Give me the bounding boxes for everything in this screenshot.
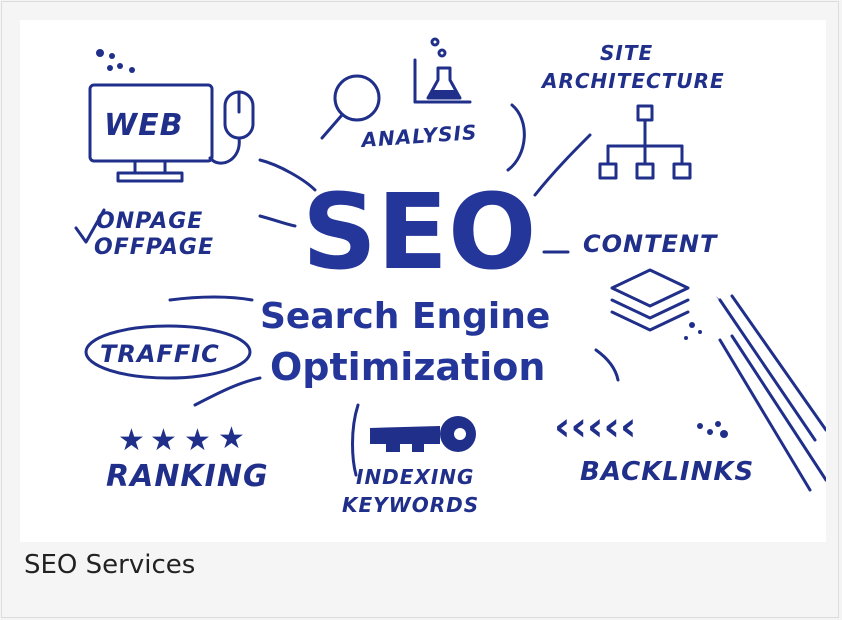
architecture-label: ARCHITECTURE (540, 69, 725, 93)
web-label: WEB (104, 108, 183, 143)
monitor-icon: WEB (88, 83, 214, 183)
optimization-label: Optimization (270, 345, 545, 389)
analysis-label: ANALYSIS (359, 120, 478, 152)
stars-icon: ★ ★ ★ ★ (118, 421, 245, 458)
content-label: CONTENT (583, 230, 718, 258)
onpage-label: ONPAGE (96, 209, 203, 234)
seo-illustration-svg: WEB ANALYSIS SITE ARCHITECTURE ONPAGE OF… (74, 37, 826, 517)
site-label: SITE (600, 41, 653, 65)
dots-decoration (96, 49, 135, 73)
offpage-label: OFFPAGE (94, 235, 214, 260)
indexing-label: INDEXING (356, 465, 474, 489)
key-icon (370, 416, 476, 452)
backlinks-label: BACKLINKS (580, 457, 754, 487)
svg-text:‹‹‹‹‹: ‹‹‹‹‹ (554, 404, 636, 450)
flask-icon (413, 37, 472, 104)
svg-text:★: ★ (184, 423, 211, 458)
keywords-label: KEYWORDS (342, 493, 479, 517)
caption: SEO Services (24, 550, 196, 580)
traffic-label: TRAFFIC (100, 340, 220, 368)
seo-illustration: WEB ANALYSIS SITE ARCHITECTURE ONPAGE OF… (20, 20, 826, 542)
chevrons-icon: ‹‹‹‹‹ (554, 404, 728, 450)
ranking-label: RANKING (106, 459, 269, 494)
mouse-icon (208, 90, 317, 192)
seo-card: WEB ANALYSIS SITE ARCHITECTURE ONPAGE OF… (1, 1, 839, 618)
layers-icon (610, 268, 690, 332)
search-engine-label: Search Engine (260, 296, 550, 337)
svg-text:★: ★ (150, 423, 177, 458)
sitemap-icon (598, 104, 692, 180)
svg-text:★: ★ (218, 421, 245, 456)
seo-label: SEO (302, 171, 536, 293)
svg-text:★: ★ (118, 423, 145, 458)
